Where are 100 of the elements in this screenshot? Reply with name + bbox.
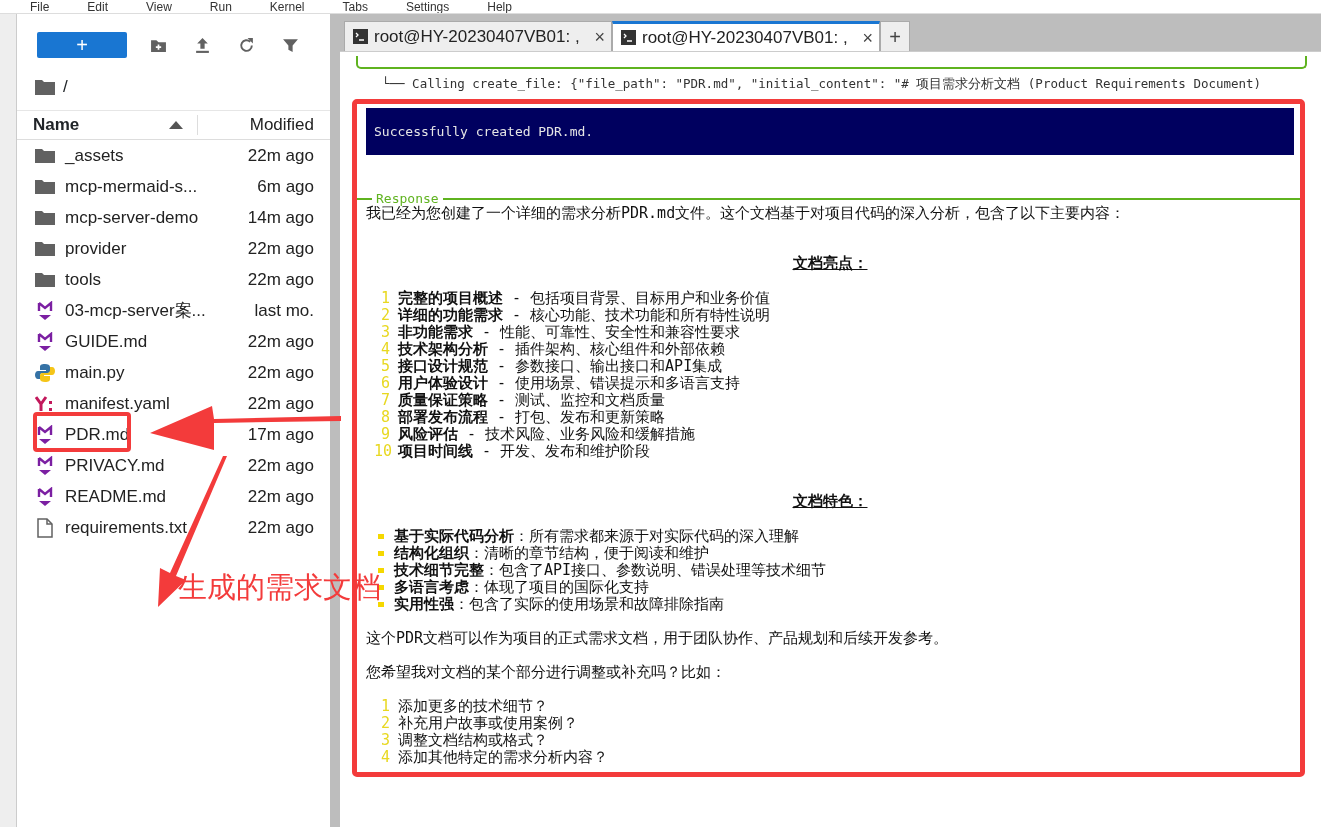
modified-time: 22m ago [247,516,314,539]
name-column-header[interactable]: Name [33,112,80,138]
file-icon [35,517,55,538]
list-number: 3 [379,732,391,749]
modified-time: 17m ago [247,423,314,446]
list-number: 3 [379,324,391,341]
menu-item[interactable]: Edit [87,1,109,13]
modified-time: 22m ago [247,454,314,477]
modified-time: 22m ago [247,144,314,167]
list-item: 完整的项目概述 - 包括项目背景、目标用户和业务价值 [398,290,771,307]
list-item: 项目时间线 - 开发、发布和维护阶段 [398,443,651,460]
list-number: 9 [379,426,391,443]
menu-item[interactable]: View [146,1,172,13]
list-number: 2 [379,715,391,732]
bullet-icon [378,534,384,539]
modified-time: 22m ago [247,268,314,291]
response-label: Response [376,193,440,205]
new-launcher-button[interactable]: + [37,32,127,58]
modified-time: 6m ago [257,175,314,198]
modified-time: 22m ago [247,237,314,260]
list-item: 质量保证策略 - 测试、监控和文档质量 [398,392,666,409]
menu-item[interactable]: Tabs [342,1,368,13]
menu-item[interactable]: Settings [405,1,450,13]
menu-item[interactable]: Help [487,1,512,13]
modified-time: last mo. [254,299,314,322]
list-number: 7 [379,392,391,409]
file-name[interactable]: tools [65,266,101,293]
markdown-icon [35,424,55,445]
yaml-icon [35,393,55,414]
python-icon [35,362,55,383]
modified-time: 22m ago [247,485,314,508]
list-item: 调整文档结构或格式？ [398,732,548,749]
folder-icon [35,79,55,95]
list-number: 1 [379,290,391,307]
section-heading: 文档亮点： [791,255,869,272]
file-name[interactable]: mcp-mermaid-s... [65,173,198,200]
list-item: 添加其他特定的需求分析内容？ [398,749,608,766]
upload-icon[interactable] [193,36,211,54]
file-name[interactable]: mcp-server-demo [65,204,199,231]
terminal-tab[interactable]: root@HY-20230407VB01: , × [612,21,880,51]
menu-item[interactable]: File [30,1,50,13]
markdown-icon [35,486,55,507]
filter-icon[interactable] [281,36,299,54]
list-item: 补充用户故事或使用案例？ [398,715,578,732]
list-item: 添加更多的技术细节？ [398,698,548,715]
list-number: 10 [374,443,394,460]
file-name[interactable]: requirements.txt [65,514,187,541]
list-item: 基于实际代码分析：所有需求都来源于对实际代码的深入理解 [394,528,799,545]
list-number: 8 [379,409,391,426]
response-paragraph: 这个PDR文档可以作为项目的正式需求文档，用于团队协作、产品规划和后续开发参考。 [366,630,950,647]
list-item: 技术细节完整：包含了API接口、参数说明、错误处理等技术细节 [394,562,827,579]
list-number: 2 [379,307,391,324]
bullet-icon [378,602,384,607]
file-name[interactable]: _assets [65,142,124,169]
file-name[interactable]: main.py [65,359,125,386]
terminal-tab[interactable]: root@HY-20230407VB01: , × [344,21,612,51]
section-heading: 文档特色： [791,493,869,510]
bullet-icon [378,585,384,590]
list-number: 1 [379,698,391,715]
list-item: 部署发布流程 - 打包、发布和更新策略 [398,409,666,426]
modified-time: 14m ago [247,206,314,229]
list-item: 非功能需求 - 性能、可靠性、安全性和兼容性要求 [398,324,741,341]
modified-time: 22m ago [247,330,314,353]
modified-time: 22m ago [247,392,314,415]
list-item: 详细的功能需求 - 核心功能、技术功能和所有特性说明 [398,307,771,324]
list-number: 5 [379,358,391,375]
list-item: 结构化组织：清晰的章节结构，便于阅读和维护 [394,545,709,562]
bullet-icon [378,551,384,556]
response-paragraph: 您希望我对文档的某个部分进行调整或补充吗？比如： [366,664,727,681]
file-name[interactable]: GUIDE.md [65,328,148,355]
markdown-icon [35,331,55,352]
markdown-icon [35,455,55,476]
breadcrumb-root[interactable]: / [63,74,68,100]
list-number: 4 [379,341,391,358]
list-item: 风险评估 - 技术风险、业务风险和缓解措施 [398,426,696,443]
close-icon[interactable]: × [594,27,605,46]
response-paragraph: 我已经为您创建了一个详细的需求分析PDR.md文件。这个文档基于对项目代码的深入分析，包含了以下主要内容： [366,205,1127,222]
refresh-icon[interactable] [237,36,255,54]
bullet-icon [378,568,384,573]
list-item: 接口设计规范 - 参数接口、输出接口和API集成 [398,358,723,375]
list-number: 4 [379,749,391,766]
file-name[interactable]: README.md [65,483,167,510]
list-item: 实用性强：包含了实际的使用场景和故障排除指南 [394,596,724,613]
list-number: 6 [379,375,391,392]
file-name[interactable]: manifest.yaml [65,390,170,417]
modified-time: 22m ago [247,361,314,384]
file-name[interactable]: provider [65,235,127,262]
menu-item[interactable]: Kernel [269,1,305,13]
tool-call-line: └── Calling create_file: {"file_path": "PDR.md", "initial_content": "# 项目需求分析文档 (Product Requirements Document) [382,75,1263,93]
new-tab-button[interactable]: + [880,21,910,51]
modified-column-header[interactable]: Modified [249,112,314,138]
terminal-icon [621,30,636,45]
file-name[interactable]: 03-mcp-server案... [65,297,206,324]
markdown-icon [35,300,55,321]
terminal-icon [353,29,368,44]
close-icon[interactable]: × [862,28,873,47]
list-item: 用户体验设计 - 使用场景、错误提示和多语言支持 [398,375,741,392]
menu-item[interactable]: Run [209,1,232,13]
file-name[interactable]: PRIVACY.md [65,452,165,479]
list-item: 多语言考虑：体现了项目的国际化支持 [394,579,649,596]
